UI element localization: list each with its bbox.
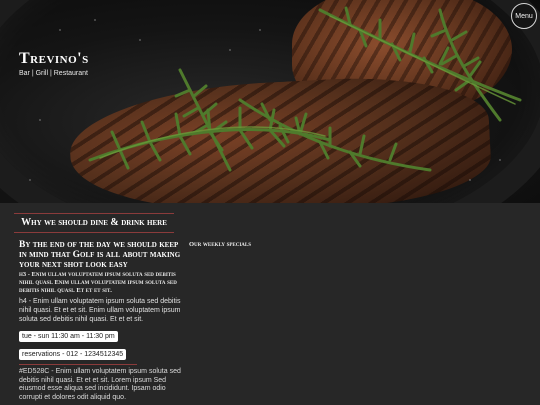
rosemary-garnish bbox=[29, 6, 522, 181]
divider bbox=[19, 364, 137, 365]
hero-banner bbox=[0, 0, 540, 203]
weekly-specials-title: Our weekly specials bbox=[189, 241, 252, 248]
brand-title[interactable]: Trevino's bbox=[19, 50, 89, 68]
subheading-h4: h4 - Enim ullam voluptatem ipsum soluta … bbox=[19, 298, 181, 323]
subheading-h3: h3 - Enim ullam voluptatem ipsum soluta … bbox=[19, 271, 177, 294]
main-content: By the end of the day we should keep in … bbox=[19, 240, 185, 402]
menu-button[interactable]: Menu bbox=[511, 3, 537, 29]
body-text: #ED528C - Enim ullam voluptatem ipsum so… bbox=[19, 368, 181, 401]
lead-heading: By the end of the day we should keep in … bbox=[19, 240, 181, 270]
specials-column: Our weekly specials bbox=[189, 241, 251, 248]
section-heading: Why we should dine & drink here bbox=[14, 213, 174, 233]
brand-tagline: Bar | Grill | Restaurant bbox=[19, 70, 88, 77]
brand-block: Trevino's Bar | Grill | Restaurant bbox=[19, 50, 89, 77]
reservations-badge[interactable]: reservations - 012 - 1234512345 bbox=[19, 349, 127, 360]
hours-badge: tue - sun 11:30 am - 11:30 pm bbox=[19, 331, 118, 342]
